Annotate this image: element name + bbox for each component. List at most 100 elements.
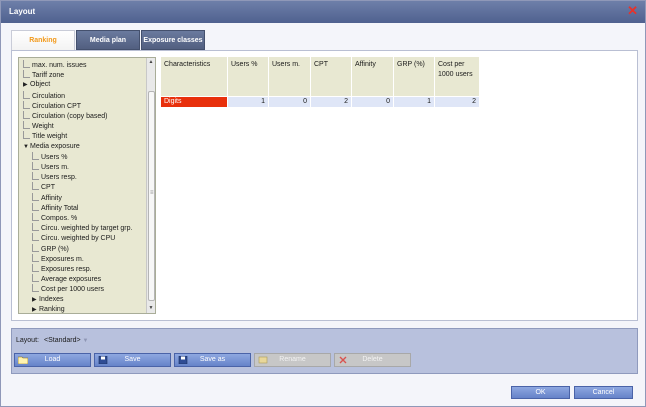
- tree-item-label: Circulation (copy based): [32, 113, 108, 120]
- tree-item[interactable]: Circulation (copy based): [23, 111, 107, 121]
- tree-connector: [32, 264, 39, 272]
- table-cell: 0: [269, 97, 310, 107]
- tab-exposure-classes[interactable]: Exposure classes: [141, 30, 205, 50]
- save-as-button[interactable]: Save as: [174, 353, 251, 367]
- tree-item[interactable]: Cost per 1000 users: [32, 284, 104, 294]
- cancel-button[interactable]: Cancel: [574, 386, 633, 399]
- tree-item-label: Circu. weighted by target grp.: [41, 225, 133, 233]
- tree-item-label: Average exposures: [41, 276, 102, 284]
- save-icon: [98, 356, 108, 364]
- tree-item[interactable]: max. num. issues: [23, 60, 86, 70]
- tab-ranking[interactable]: Ranking: [11, 30, 75, 50]
- delete-icon: [339, 356, 347, 364]
- tree-item[interactable]: Tariff zone: [23, 70, 64, 80]
- tree-item[interactable]: Affinity Total: [32, 202, 79, 213]
- load-button-label: Load: [44, 356, 61, 363]
- tree-item[interactable]: ▶ Object: [23, 80, 50, 90]
- grip-icon: ≡: [150, 190, 154, 196]
- ranking-panel: max. num. issues Tariff zone ▶ Object Circul…: [11, 50, 638, 321]
- tree-item[interactable]: Exposures resp.: [32, 264, 92, 274]
- tree-item[interactable]: Users %: [32, 151, 68, 162]
- rename-icon: [258, 356, 268, 364]
- layout-bar: Layout: <Standard> ▼ Load Save Save as R…: [11, 328, 638, 374]
- column-header-cost-per-1000[interactable]: Cost per 1000 users: [435, 57, 479, 96]
- collapsed-arrow-icon[interactable]: ▶: [32, 305, 39, 313]
- column-header-users-m[interactable]: Users m.: [269, 57, 310, 96]
- layout-select[interactable]: <Standard> ▼: [44, 337, 89, 344]
- tree-connector: [32, 223, 39, 232]
- load-button[interactable]: Load: [14, 353, 91, 367]
- delete-button-label: Delete: [362, 356, 383, 363]
- tree-item[interactable]: CPT: [32, 182, 55, 192]
- tree-item-label: Users %: [41, 153, 68, 161]
- tree-item[interactable]: Circu. weighted by CPU: [32, 233, 115, 243]
- tree-scrollbar[interactable]: ▲ ≡ ▼: [146, 58, 155, 313]
- column-header-characteristics[interactable]: Characteristics: [161, 57, 227, 96]
- tree-item[interactable]: Average exposures: [32, 274, 101, 284]
- tree-connector: [32, 172, 39, 181]
- title-bar: Layout ✕: [1, 1, 645, 23]
- rename-button[interactable]: Rename: [254, 353, 331, 367]
- tree-item[interactable]: ▼Media exposure: [23, 142, 80, 152]
- layout-label: Layout:: [16, 337, 39, 344]
- tree-connector: [32, 284, 39, 293]
- column-header-affinity[interactable]: Affinity: [352, 57, 393, 96]
- tree-connector: [23, 70, 30, 79]
- column-header-users-percent[interactable]: Users %: [228, 57, 268, 96]
- tree-item-label: Users resp.: [41, 174, 77, 182]
- tree-item-label: Circulation: [32, 92, 66, 100]
- column-header-grp[interactable]: GRP (%): [394, 57, 434, 96]
- table-cell: 1: [394, 97, 434, 107]
- tree-item-label: Media exposure: [30, 142, 80, 150]
- tree-item-label: Compos. %: [41, 215, 78, 222]
- tree-item-label: Weight: [32, 123, 54, 131]
- tree-item-label: Tariff zone: [32, 72, 65, 80]
- tree-item-label: Object: [30, 81, 51, 89]
- row-label-digits[interactable]: Digits: [161, 97, 227, 107]
- characteristics-tree[interactable]: max. num. issues Tariff zone ▶ Object Circul…: [18, 57, 156, 314]
- scroll-up-icon[interactable]: ▲: [147, 58, 155, 67]
- tree-item[interactable]: ▶ Ranking: [32, 305, 65, 313]
- tree-connector: [32, 253, 39, 262]
- tree-item[interactable]: ▶ Indexes: [32, 295, 64, 305]
- delete-button[interactable]: Delete: [334, 353, 411, 367]
- table-cell: 2: [435, 97, 479, 107]
- tree-item[interactable]: Users resp.: [32, 172, 77, 182]
- window-title: Layout: [9, 7, 36, 16]
- collapsed-arrow-icon[interactable]: ▶: [32, 295, 39, 305]
- tree-connector: [32, 151, 39, 160]
- save-as-icon: [178, 356, 188, 364]
- layout-select-value: <Standard>: [44, 337, 81, 344]
- tree-item-label: Affinity: [41, 194, 62, 202]
- tree-item[interactable]: Affinity: [32, 192, 62, 203]
- save-button[interactable]: Save: [94, 353, 171, 367]
- expanded-arrow-icon[interactable]: ▼: [23, 142, 30, 152]
- tree-connector: [23, 90, 30, 99]
- collapsed-arrow-icon[interactable]: ▶: [23, 80, 30, 90]
- tree-item[interactable]: GRP (%): [32, 243, 69, 254]
- tree-item-label: Exposures resp.: [41, 266, 92, 273]
- tree-connector: [32, 213, 39, 221]
- scroll-thumb[interactable]: ≡: [148, 91, 155, 301]
- rename-button-label: Rename: [279, 356, 306, 363]
- tree-item[interactable]: Weight: [23, 121, 54, 131]
- tree-item[interactable]: Circu. weighted by target grp.: [32, 223, 132, 233]
- tree-item[interactable]: Circulation: [23, 90, 66, 101]
- tree-connector: [23, 121, 30, 130]
- tree-item[interactable]: Circulation CPT: [23, 100, 81, 111]
- tree-item[interactable]: Title weight: [23, 131, 67, 141]
- table-cell: 0: [352, 97, 393, 107]
- tree-connector: [23, 131, 30, 140]
- tree-connector: [32, 182, 39, 191]
- column-header-cpt[interactable]: CPT: [311, 57, 351, 96]
- tree-connector: [23, 111, 30, 119]
- ok-button[interactable]: OK: [511, 386, 570, 399]
- tree-connector: [32, 233, 39, 242]
- tree-item[interactable]: Users m.: [32, 162, 69, 172]
- close-icon[interactable]: ✕: [627, 4, 638, 18]
- tree-item[interactable]: Compos. %: [32, 213, 77, 223]
- tab-media-plan[interactable]: Media plan: [76, 30, 140, 50]
- layout-dialog: Layout ✕ Ranking Media plan Exposure cla…: [0, 0, 646, 407]
- scroll-down-icon[interactable]: ▼: [147, 304, 155, 313]
- tree-item[interactable]: Exposures m.: [32, 253, 84, 264]
